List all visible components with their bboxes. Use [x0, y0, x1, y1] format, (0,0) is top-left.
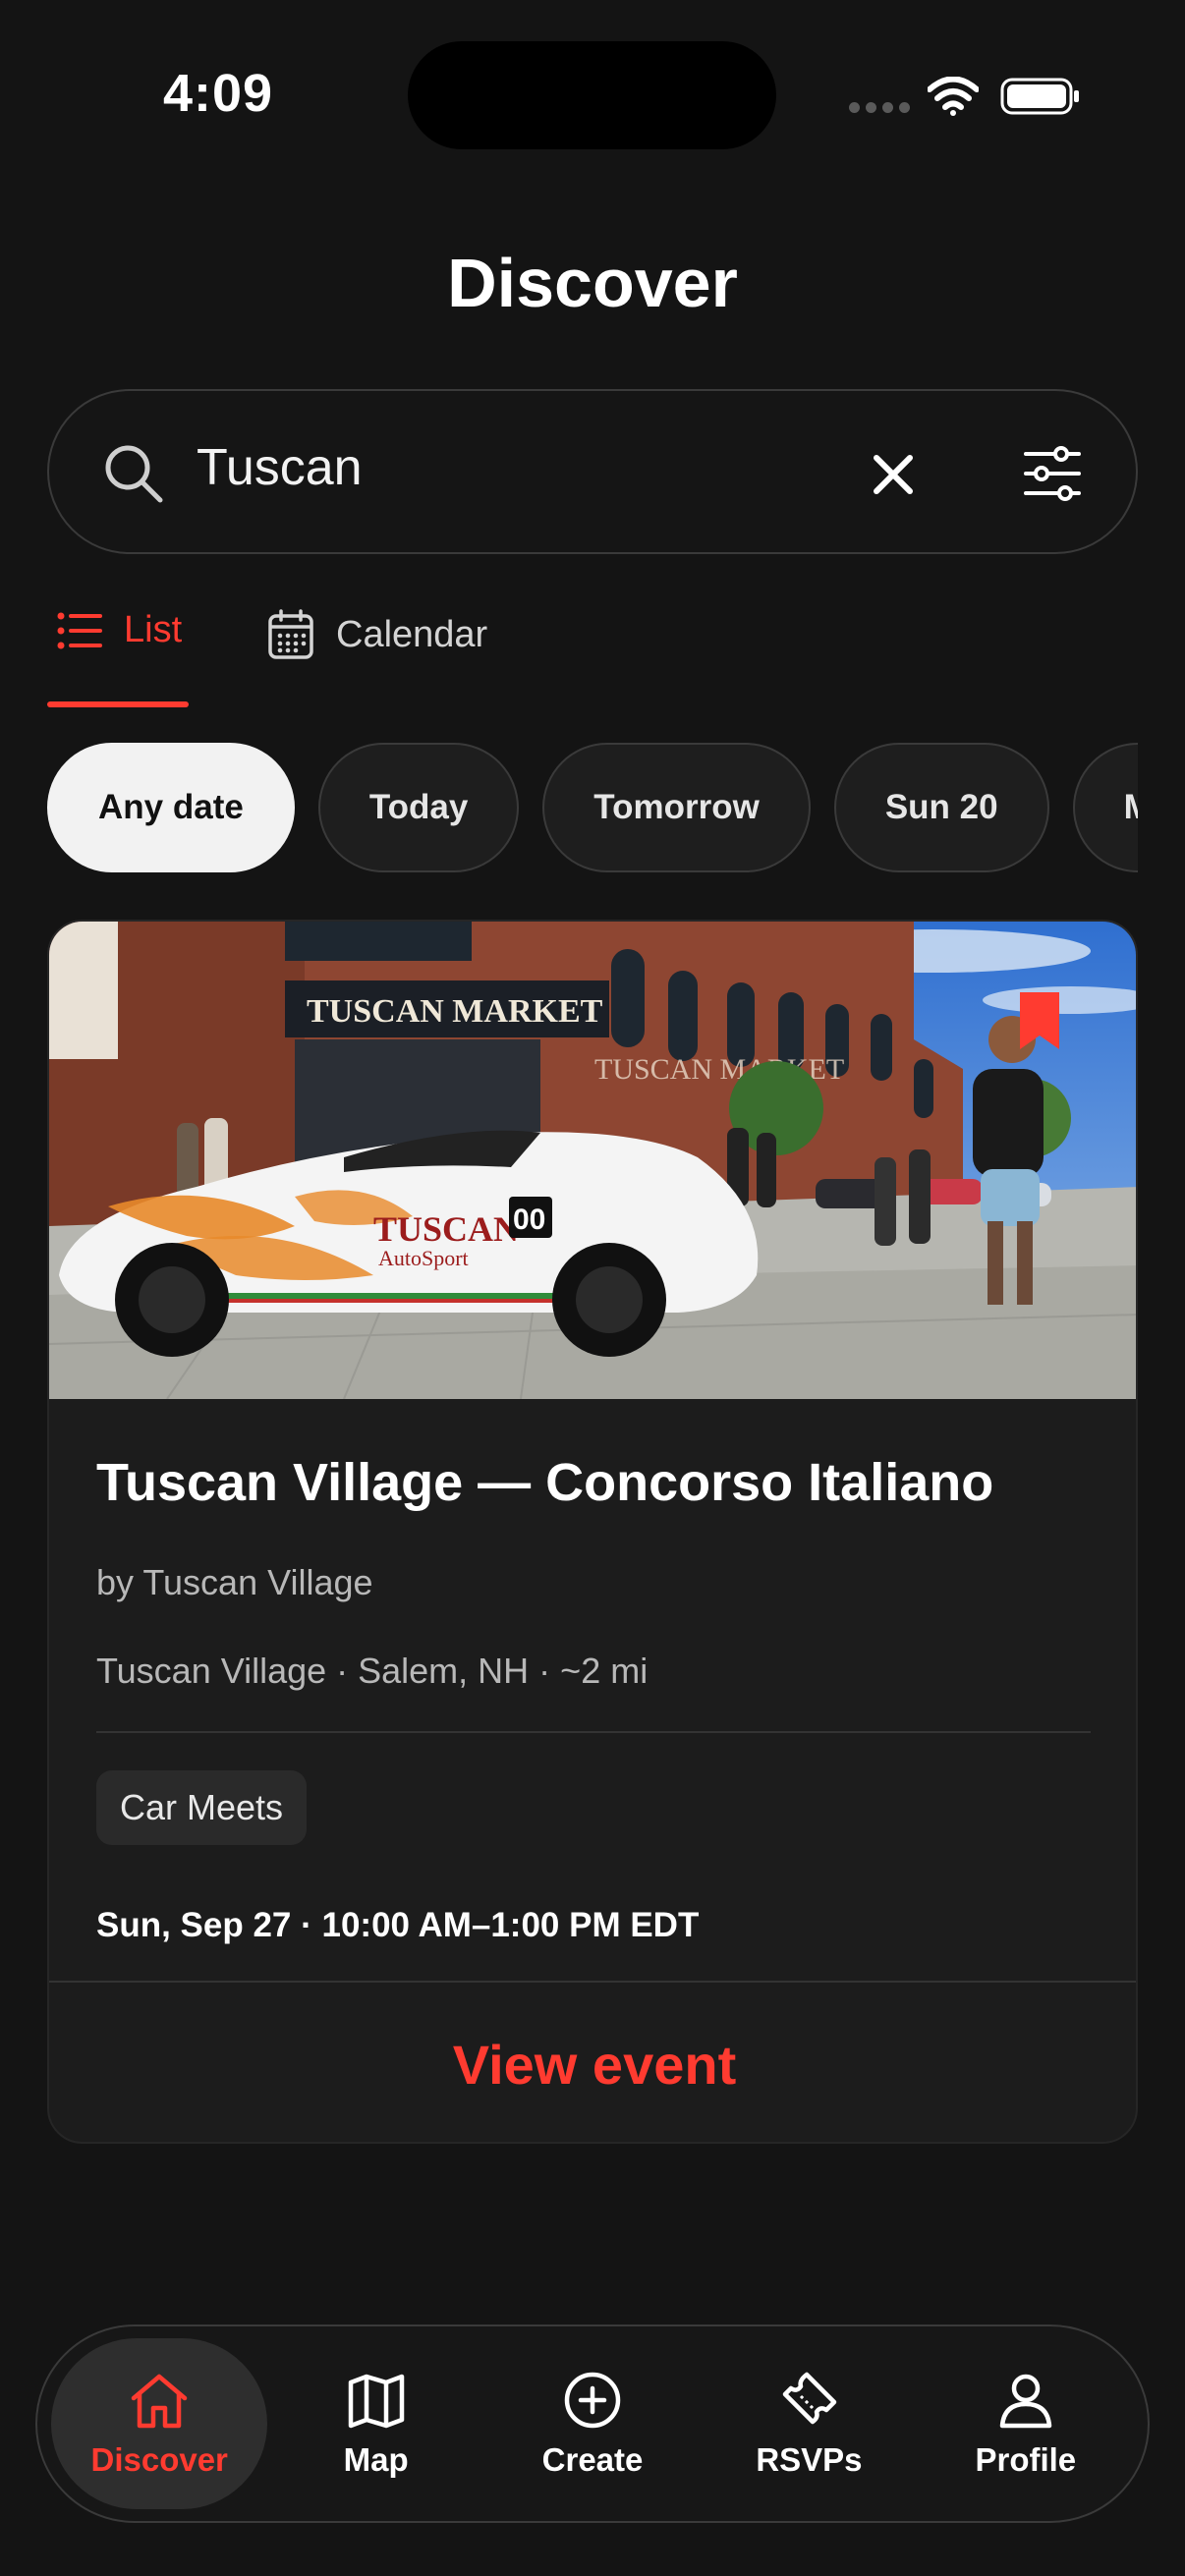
event-card[interactable]: TUSCAN MARKET TUSCAN MARKET TUSCAN AutoS…	[47, 920, 1138, 2144]
plus-circle-icon	[564, 2372, 621, 2429]
event-datetime: Sun, Sep 27 · 10:00 AM–1:00 PM EDT	[96, 1906, 700, 1944]
map-icon	[348, 2374, 404, 2429]
event-organizer: by Tuscan Village	[96, 1562, 373, 1602]
tab-list-label: List	[124, 609, 183, 650]
filter-icon[interactable]	[1022, 446, 1083, 501]
nav-map-label: Map	[343, 2441, 409, 2478]
search-icon	[105, 445, 163, 503]
nav-rsvps-label: RSVPs	[756, 2441, 863, 2478]
image-livery-text: AutoSport	[378, 1246, 469, 1270]
chip-today[interactable]: Today	[317, 743, 520, 872]
chip-next-date[interactable]: Mon 21	[1072, 743, 1138, 872]
person-icon	[999, 2374, 1052, 2429]
category-tag: Car Meets	[96, 1770, 308, 1845]
nav-profile[interactable]: Profile	[918, 2338, 1134, 2509]
nav-discover-label: Discover	[90, 2441, 228, 2478]
divider	[96, 1731, 1091, 1733]
nav-discover[interactable]: Discover	[51, 2338, 268, 2509]
nav-rsvps[interactable]: RSVPs	[701, 2338, 917, 2509]
image-livery-text: TUSCAN	[373, 1209, 519, 1249]
view-event-button[interactable]: View event	[49, 1983, 1136, 2142]
cellular-signal-icon	[849, 102, 910, 113]
calendar-icon	[268, 609, 313, 659]
status-time: 4:09	[163, 64, 274, 123]
chip-sun-20[interactable]: Sun 20	[833, 743, 1049, 872]
nav-create[interactable]: Create	[484, 2338, 701, 2509]
tab-list[interactable]: List	[57, 609, 182, 651]
search-input[interactable]: Tuscan	[197, 438, 363, 497]
date-filter-chips: Any date Today Tomorrow Sun 20 Mon 21	[47, 743, 1138, 872]
wifi-icon	[928, 77, 979, 116]
event-location: Tuscan Village · Salem, NH · ~2 mi	[96, 1651, 649, 1691]
event-photo: TUSCAN MARKET TUSCAN MARKET TUSCAN AutoS…	[49, 922, 1136, 1399]
tab-calendar[interactable]: Calendar	[267, 609, 487, 660]
tab-calendar-label: Calendar	[336, 613, 488, 655]
nav-create-label: Create	[541, 2441, 644, 2478]
ticket-icon	[783, 2372, 837, 2425]
image-car-number: 00	[513, 1204, 545, 1236]
nav-map[interactable]: Map	[267, 2338, 483, 2509]
chip-tomorrow[interactable]: Tomorrow	[542, 743, 811, 872]
home-icon	[131, 2374, 188, 2429]
event-title: Tuscan Village — Concorso Italiano	[96, 1453, 994, 1512]
battery-icon	[1000, 78, 1079, 115]
nav-profile-label: Profile	[975, 2441, 1077, 2478]
list-icon	[57, 612, 102, 648]
chip-any-date[interactable]: Any date	[47, 743, 295, 872]
clear-search-icon[interactable]	[869, 450, 918, 499]
active-tab-indicator	[47, 701, 189, 707]
page-title: Discover	[447, 245, 738, 321]
dynamic-island	[408, 41, 776, 149]
image-sign-text: TUSCAN MARKET	[307, 993, 603, 1030]
bottom-nav: Discover Map Create RSVPs Profile	[35, 2324, 1150, 2523]
